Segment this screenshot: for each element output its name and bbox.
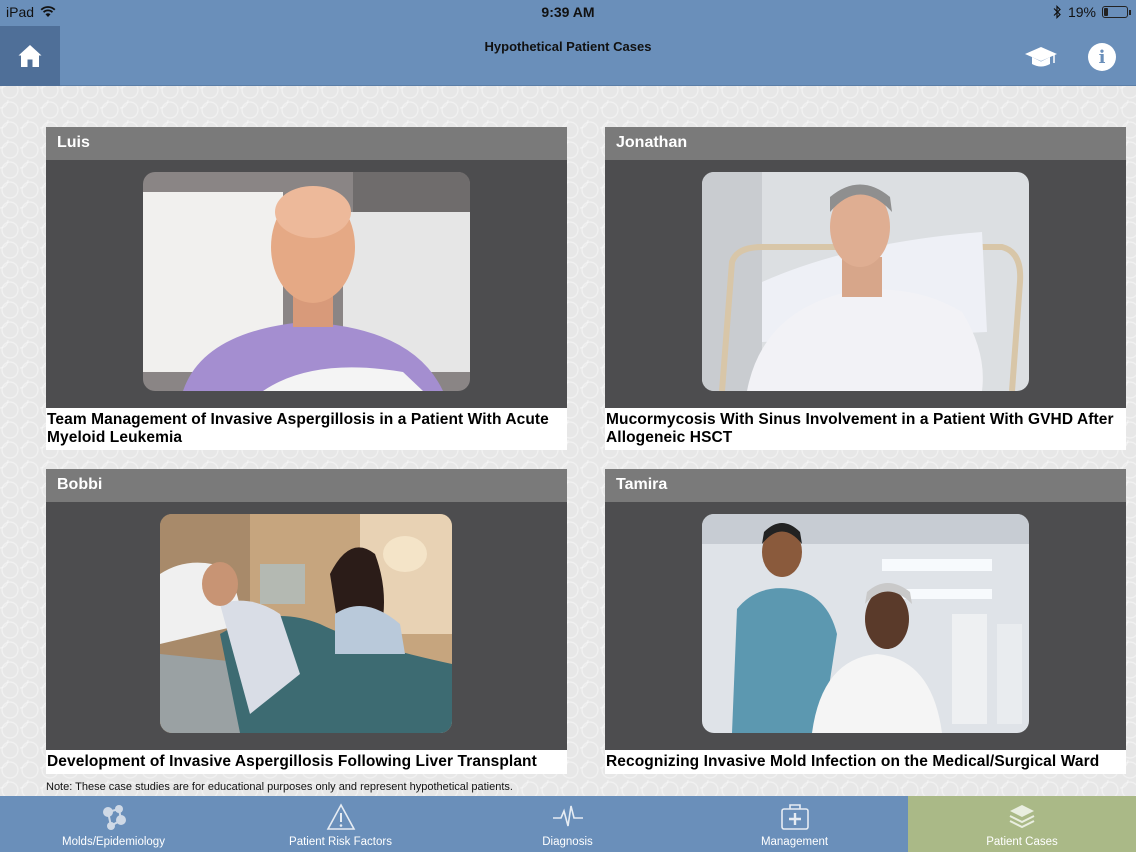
case-photo-panel xyxy=(46,502,567,750)
case-card-tamira[interactable]: Tamira Recognizing Invasive Mold Infecti… xyxy=(605,469,1126,774)
pulse-icon xyxy=(552,805,583,827)
status-bar: iPad 9:39 AM 19% xyxy=(0,0,1136,26)
case-name: Luis xyxy=(46,127,567,160)
case-card-jonathan[interactable]: Jonathan Mucormycosis With Sinus Involve… xyxy=(605,127,1126,450)
tab-patient-cases[interactable]: Patient Cases xyxy=(908,796,1136,852)
case-name: Bobbi xyxy=(46,469,567,502)
tab-label: Patient Cases xyxy=(986,836,1058,848)
battery-fill xyxy=(1104,8,1108,16)
patient-photo xyxy=(702,514,1029,733)
case-name: Tamira xyxy=(605,469,1126,502)
battery-percent: 19% xyxy=(1067,4,1096,20)
case-photo-panel xyxy=(605,502,1126,750)
tab-patient-risk-factors[interactable]: Patient Risk Factors xyxy=(227,796,454,852)
molecule-icon xyxy=(102,805,126,830)
home-button[interactable] xyxy=(0,26,60,86)
tab-label: Management xyxy=(760,836,829,848)
patient-photo xyxy=(702,172,1029,391)
case-card-luis[interactable]: Luis Team Management of Invasive Aspergi… xyxy=(46,127,567,450)
case-card-bobbi[interactable]: Bobbi Development of Invasive Aspergillo… xyxy=(46,469,567,774)
case-title: Team Management of Invasive Aspergillosi… xyxy=(46,408,567,450)
patient-photo xyxy=(160,514,452,733)
bottom-tab-bar: Molds/Epidemiology Patient Risk Factors … xyxy=(0,796,1136,852)
battery-icon xyxy=(1102,6,1131,18)
disclaimer-note: Note: These case studies are for educati… xyxy=(46,781,513,793)
medical-kit-icon xyxy=(780,804,809,830)
tab-management[interactable]: Management xyxy=(681,796,908,852)
case-photo-panel xyxy=(46,160,567,408)
tab-label: Molds/Epidemiology xyxy=(62,836,165,848)
tab-label: Patient Risk Factors xyxy=(289,836,392,848)
layers-icon xyxy=(1009,805,1035,829)
case-title: Mucormycosis With Sinus Involvement in a… xyxy=(605,408,1126,450)
case-name: Jonathan xyxy=(605,127,1126,160)
bluetooth-icon xyxy=(1053,5,1061,19)
tab-molds-epidemiology[interactable]: Molds/Epidemiology xyxy=(0,796,227,852)
case-title: Recognizing Invasive Mold Infection on t… xyxy=(605,750,1126,774)
education-button[interactable] xyxy=(1023,42,1059,72)
tab-diagnosis[interactable]: Diagnosis xyxy=(454,796,681,852)
page-title: Hypothetical Patient Cases xyxy=(484,39,652,54)
navigation-bar: Hypothetical Patient Cases i xyxy=(0,26,1136,86)
case-photo-panel xyxy=(605,160,1126,408)
graduation-cap-icon xyxy=(1025,47,1057,67)
clock: 9:39 AM xyxy=(541,4,595,20)
info-button[interactable]: i xyxy=(1088,43,1116,71)
warning-icon xyxy=(326,803,355,830)
case-title: Development of Invasive Aspergillosis Fo… xyxy=(46,750,567,774)
tab-label: Diagnosis xyxy=(542,836,593,848)
info-icon: i xyxy=(1098,46,1106,68)
patient-photo xyxy=(143,172,470,391)
